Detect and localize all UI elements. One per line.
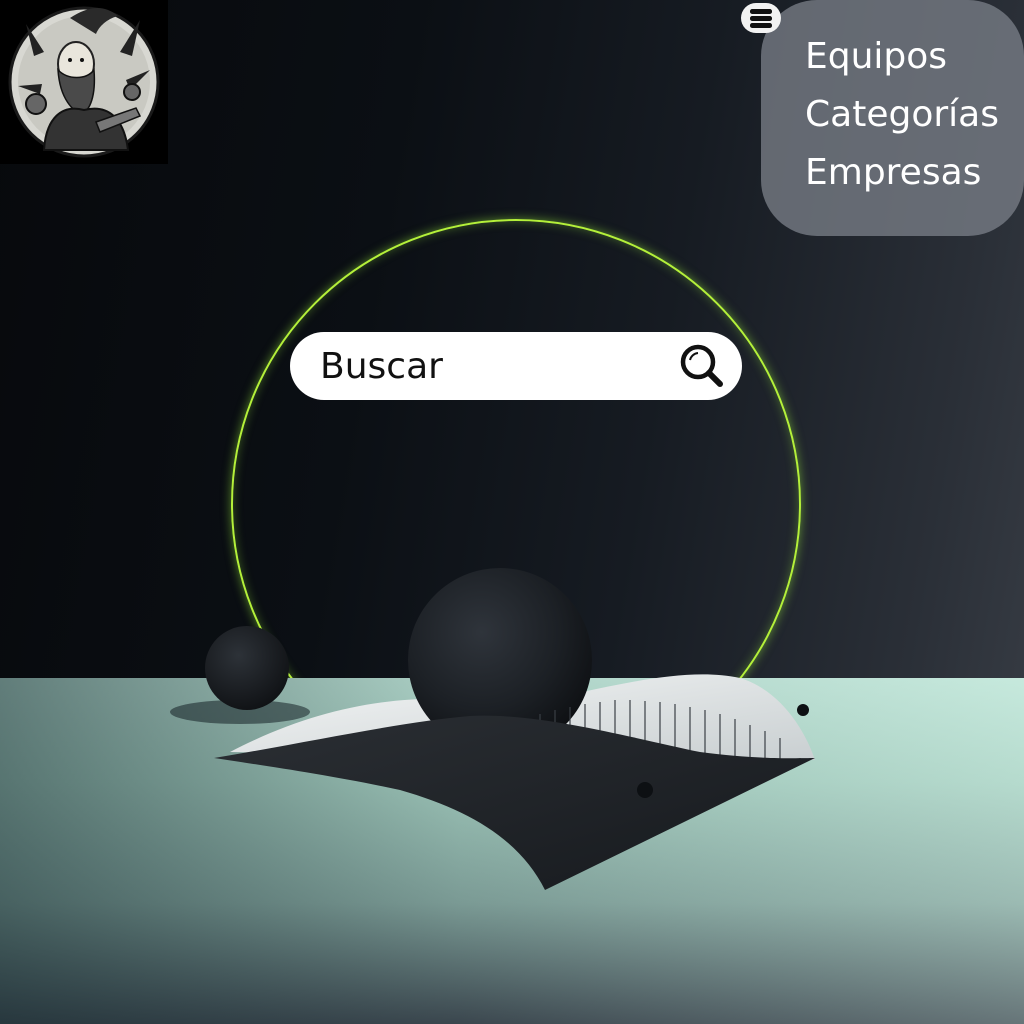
search-input[interactable]	[320, 340, 670, 392]
search-bar	[290, 332, 742, 400]
menu-icon	[750, 22, 772, 28]
small-sphere	[205, 626, 289, 710]
search-button[interactable]	[674, 340, 730, 392]
wizard-logo-icon	[8, 6, 160, 158]
menu-icon	[750, 15, 772, 21]
nav-item-empresas[interactable]: Empresas	[805, 144, 1024, 202]
bead	[637, 782, 653, 798]
nav-item-equipos[interactable]: Equipos	[805, 28, 1024, 86]
nav-item-categorias[interactable]: Categorías	[805, 86, 1024, 144]
nav-menu: Equipos Categorías Empresas	[761, 0, 1024, 236]
logo[interactable]	[0, 0, 168, 164]
menu-icon	[750, 8, 772, 14]
menu-toggle-button[interactable]	[741, 3, 781, 33]
page: Equipos Categorías Empresas	[0, 0, 1024, 1024]
search-icon	[680, 344, 723, 387]
bead	[797, 704, 809, 716]
